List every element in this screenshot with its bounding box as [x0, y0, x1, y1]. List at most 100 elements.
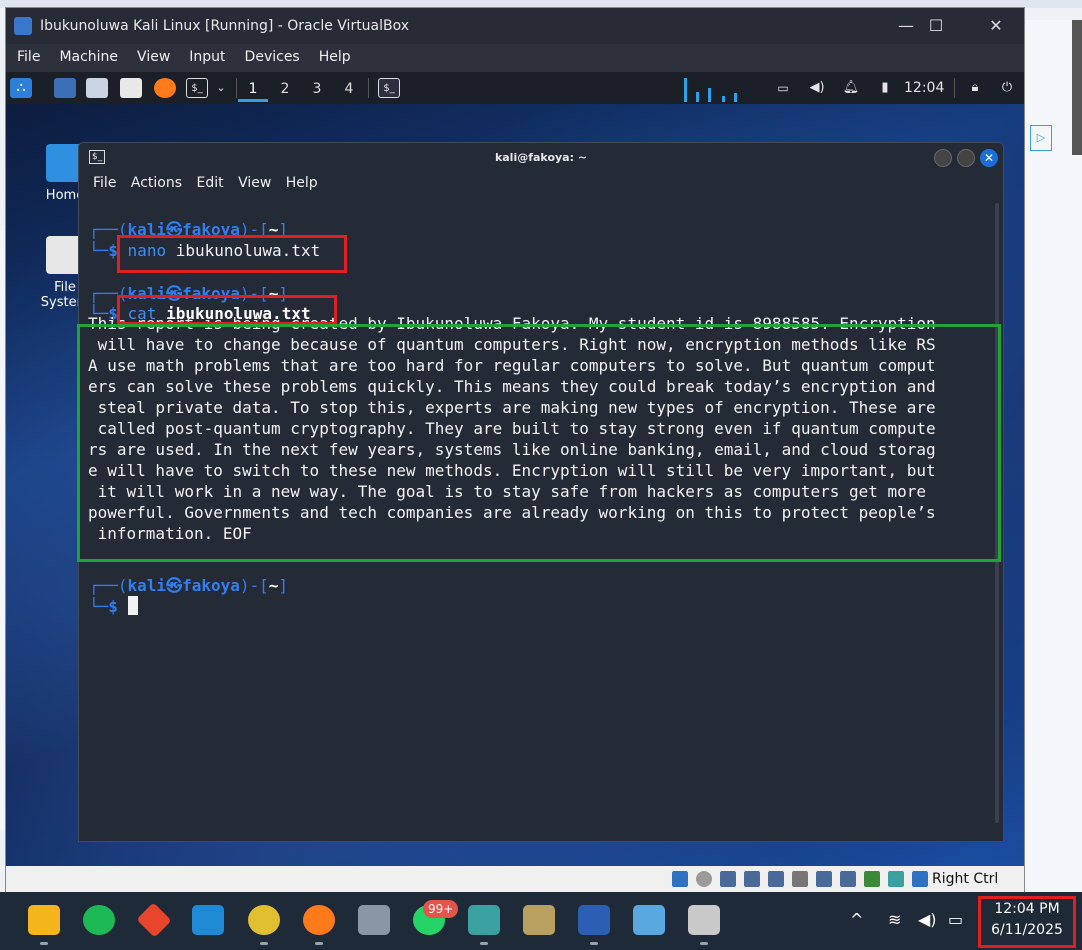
running-indicator	[315, 942, 323, 945]
spotify-icon[interactable]	[83, 905, 115, 935]
xfce-top-panel: ⛬ $_ ⌄ 1 2 3 4 $_ ▭ ◀) 🔔︎ ▮ 12:04 🔒︎ ⏻	[6, 72, 1024, 104]
kali-menu-icon[interactable]: ⛬	[10, 78, 32, 98]
window-title: Ibukunoluwa Kali Linux [Running] - Oracl…	[40, 18, 410, 34]
volume-icon[interactable]: ◀)	[806, 78, 828, 98]
lock-icon[interactable]: 🔒︎	[964, 78, 986, 98]
cpu-status-icon[interactable]	[864, 871, 880, 887]
workspace-4[interactable]: 4	[334, 76, 364, 102]
shared-folders-icon[interactable]	[792, 871, 808, 887]
show-desktop-icon[interactable]	[54, 78, 76, 98]
firefox-taskbar-icon[interactable]	[303, 905, 335, 935]
optical-drive-icon[interactable]	[696, 871, 712, 887]
terminal-menu-edit[interactable]: Edit	[182, 171, 223, 191]
running-indicator	[700, 942, 708, 945]
notepad-icon[interactable]	[633, 905, 665, 935]
show-hidden-icons-chevron-icon[interactable]: ^	[850, 910, 863, 929]
terminal-menu-bar: File Actions Edit View Help	[79, 171, 1003, 197]
menu-machine[interactable]: Machine	[48, 44, 126, 65]
minimize-icon[interactable]: —	[892, 14, 920, 38]
mouse-integration-icon[interactable]	[888, 871, 904, 887]
running-indicator	[590, 942, 598, 945]
clock-date: 6/11/2025	[991, 922, 1063, 938]
terminal-menu-actions[interactable]: Actions	[117, 171, 182, 191]
vscode-icon[interactable]	[192, 905, 224, 935]
workspace-1[interactable]: 1	[238, 76, 268, 102]
close-icon[interactable]: ✕	[982, 14, 1010, 38]
keyboard-capture-icon[interactable]	[912, 871, 928, 887]
git-app-icon[interactable]	[136, 902, 172, 938]
file-explorer-icon[interactable]	[28, 905, 60, 935]
terminal-title-bar[interactable]: $_ kali@fakoya: ~ ✕	[79, 143, 1003, 171]
host-page-right-edge: ▷	[1025, 20, 1082, 892]
terminal-close-button[interactable]: ✕	[980, 149, 998, 167]
panel-clock[interactable]: 12:04	[904, 80, 944, 96]
prompt-line: ┌──(kali㉿fakoya)-[~]	[89, 576, 289, 595]
firefox-icon[interactable]	[154, 78, 176, 98]
virtualbox-menu-bar: File Machine View Input Devices Help	[6, 44, 1024, 72]
terminal-window: $_ kali@fakoya: ~ ✕ File Actions Edit Vi…	[77, 142, 1004, 842]
menu-file[interactable]: File	[6, 44, 48, 65]
clock-time: 12:04 PM	[994, 901, 1060, 917]
speaker-icon[interactable]: ◀)	[918, 910, 937, 929]
maximize-icon[interactable]: ☐	[922, 14, 950, 38]
usb-icon[interactable]	[768, 871, 784, 887]
highlight-cat-command	[117, 295, 337, 325]
running-indicator	[480, 942, 488, 945]
menu-input[interactable]: Input	[178, 44, 233, 65]
ad-choices-icon[interactable]: ▷	[1030, 125, 1052, 151]
workspace-2[interactable]: 2	[270, 76, 300, 102]
terminal-menu-help[interactable]: Help	[272, 171, 318, 191]
virtualbox-title-bar[interactable]: Ibukunoluwa Kali Linux [Running] - Oracl…	[6, 8, 1024, 44]
panel-separator	[236, 78, 237, 98]
workspace-3[interactable]: 3	[302, 76, 332, 102]
display-icon[interactable]: ▭	[772, 78, 794, 98]
terminal-task-icon[interactable]: $_	[378, 78, 400, 98]
terminal-menu-view[interactable]: View	[224, 171, 271, 191]
guest-desktop: ⛬ $_ ⌄ 1 2 3 4 $_ ▭ ◀) 🔔︎ ▮ 12:04 🔒︎ ⏻ H…	[6, 72, 1024, 866]
file-manager-icon[interactable]	[86, 78, 108, 98]
terminal-maximize-button[interactable]	[957, 149, 975, 167]
windows-taskbar: 99+ ^ ≋ ◀) ▭ 12:04 PM 6/11/2025	[0, 892, 1082, 950]
keyboard-app-icon[interactable]	[358, 905, 390, 935]
chrome-icon[interactable]	[248, 905, 280, 935]
cpu-graph	[646, 76, 756, 102]
terminal-menu-file[interactable]: File	[79, 171, 116, 191]
highlight-file-contents	[77, 324, 1001, 562]
display-status-icon[interactable]	[816, 871, 832, 887]
terminal-output[interactable]: ┌──(kali㉿fakoya)-[~] └─$ nano ibukunoluw…	[77, 199, 1003, 839]
host-key-label: Right Ctrl	[932, 871, 999, 887]
network-icon[interactable]	[744, 871, 760, 887]
host-scrollbar[interactable]	[1072, 20, 1082, 155]
word-icon[interactable]	[578, 905, 610, 935]
taskbar-clock[interactable]: 12:04 PM 6/11/2025	[978, 896, 1076, 948]
menu-devices[interactable]: Devices	[234, 44, 308, 65]
notification-badge: 99+	[423, 900, 459, 918]
text-editor-icon[interactable]	[120, 78, 142, 98]
battery-icon[interactable]: ▮	[874, 78, 896, 98]
virtualbox-window: Ibukunoluwa Kali Linux [Running] - Oracl…	[5, 7, 1025, 892]
audio-icon[interactable]	[720, 871, 736, 887]
running-indicator	[260, 942, 268, 945]
text-cursor	[127, 596, 138, 615]
highlight-nano-command	[117, 235, 347, 273]
virtualbox-status-bar: Right Ctrl	[6, 866, 1024, 892]
terminal-icon[interactable]: $_	[186, 78, 208, 98]
hard-disk-icon[interactable]	[672, 871, 688, 887]
virtualbox-app-icon	[14, 17, 32, 35]
battery-charging-icon[interactable]: ▭	[948, 910, 963, 929]
running-indicator	[40, 942, 48, 945]
terminal-title: kali@fakoya: ~	[494, 151, 588, 164]
wifi-icon[interactable]: ≋	[888, 910, 901, 929]
logout-icon[interactable]: ⏻	[996, 78, 1018, 98]
vb-app-icon[interactable]	[468, 905, 500, 935]
menu-help[interactable]: Help	[308, 44, 359, 65]
chevron-down-icon[interactable]: ⌄	[210, 78, 232, 98]
terminal-minimize-button[interactable]	[934, 149, 952, 167]
cube-app-icon[interactable]	[523, 905, 555, 935]
recording-icon[interactable]	[840, 871, 856, 887]
virtualbox-taskbar-icon[interactable]	[688, 905, 720, 935]
panel-separator	[368, 78, 369, 98]
current-prompt[interactable]: └─$	[89, 596, 138, 617]
notification-bell-icon[interactable]: 🔔︎	[840, 78, 862, 98]
menu-view[interactable]: View	[126, 44, 178, 65]
